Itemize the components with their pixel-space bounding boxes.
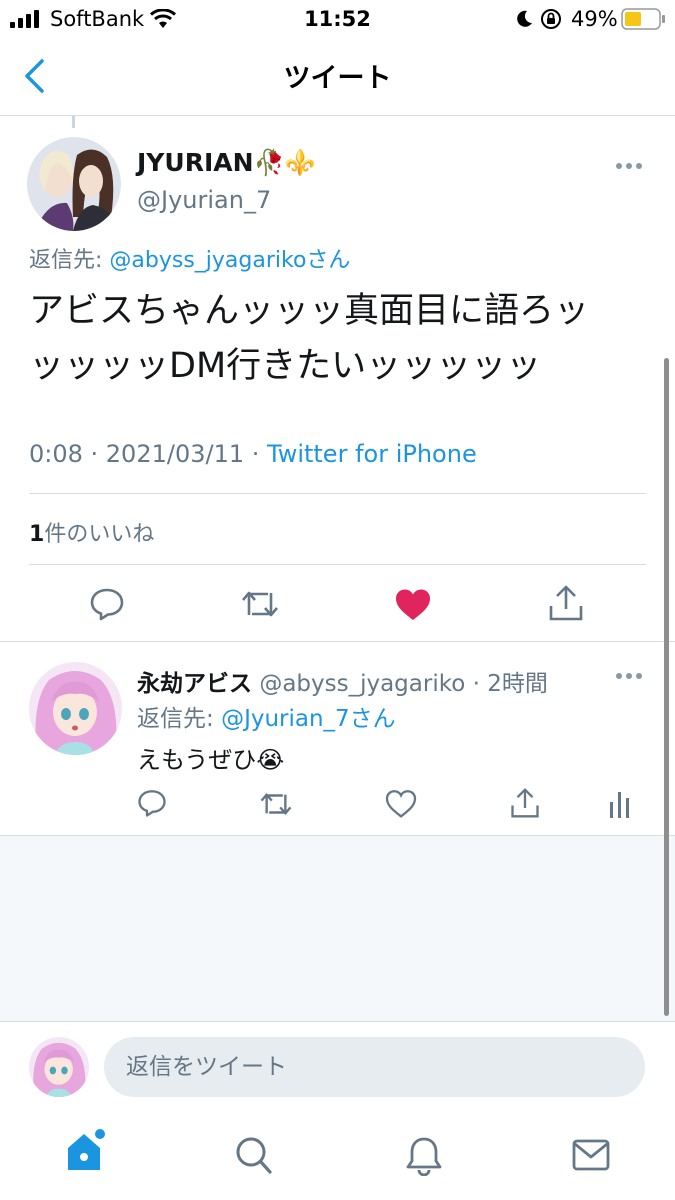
author-line: JYURIAN🥀⚜️ xyxy=(137,148,316,178)
compose-avatar[interactable] xyxy=(29,1037,89,1097)
reply2-link[interactable]: @Jyurian_7さん xyxy=(221,706,396,732)
reply-display-name[interactable]: 永劫アビス xyxy=(137,671,252,697)
reply-more-options-icon[interactable] xyxy=(615,672,643,680)
reply-share-icon[interactable] xyxy=(510,787,540,819)
main-tweet: JYURIAN🥀⚜️ @Jyurian_7 返信先: @abyss_jyagar… xyxy=(0,116,675,642)
reply-avatar[interactable] xyxy=(29,662,122,755)
reply-like-icon[interactable] xyxy=(385,790,417,818)
likes-count: 1 xyxy=(29,522,45,547)
stats-divider-bottom xyxy=(29,564,646,565)
reply-context: 返信先: @abyss_jyagarikoさん xyxy=(29,242,350,274)
avatar[interactable] xyxy=(27,137,121,231)
retweet-icon[interactable] xyxy=(240,588,280,620)
battery-icon xyxy=(621,8,665,30)
scrollbar[interactable] xyxy=(664,358,669,1016)
name-emojis: 🥀⚜️ xyxy=(253,148,316,177)
share-icon[interactable] xyxy=(548,584,584,622)
likes-label: 件のいいね xyxy=(44,522,155,547)
tweet-text-line-1: アビスちゃんッッッ真面目に語ろッ xyxy=(29,291,590,331)
analytics-icon[interactable] xyxy=(608,790,632,818)
reply-reply-icon[interactable] xyxy=(137,788,167,818)
messages-envelope-icon[interactable] xyxy=(572,1139,610,1171)
like-heart-icon[interactable] xyxy=(394,588,432,622)
rotation-lock-icon xyxy=(541,9,561,29)
reply-icon[interactable] xyxy=(89,586,125,622)
reply-compose-input[interactable]: 返信をツイート xyxy=(104,1037,645,1097)
tweet-source-link[interactable]: Twitter for iPhone xyxy=(267,440,477,468)
more-options-icon[interactable] xyxy=(615,162,643,170)
status-bar: SoftBank 11:52 49% xyxy=(0,0,675,40)
reply2-prefix: 返信先: xyxy=(137,706,222,732)
reply-time: · 2時間 xyxy=(472,671,548,697)
tweet-timestamp: 0:08 · 2021/03/11 · xyxy=(29,440,267,468)
reply-tweet[interactable]: 永劫アビス @abyss_jyagariko · 2時間 返信先: @Jyuri… xyxy=(0,642,675,835)
stats-divider-top xyxy=(29,493,646,494)
search-icon[interactable] xyxy=(235,1136,273,1176)
reply-context-2: 返信先: @Jyurian_7さん xyxy=(137,699,396,733)
battery-percent: 49% xyxy=(571,7,618,31)
reply-retweet-icon[interactable] xyxy=(259,790,293,818)
tweet-text-line-2: ッッッッDM行きたいッッッッッ xyxy=(29,346,542,386)
tab-bar xyxy=(0,1112,675,1200)
reply-to-link[interactable]: @abyss_jyagarikoさん xyxy=(109,248,350,273)
empty-thread-area xyxy=(0,836,675,1022)
moon-icon xyxy=(517,10,532,27)
reply-to-prefix: 返信先: xyxy=(29,248,110,273)
display-name[interactable]: JYURIAN xyxy=(137,148,254,177)
notifications-bell-icon[interactable] xyxy=(405,1136,443,1176)
reply-text: えもうぜひ😭 xyxy=(137,746,285,774)
compose-divider xyxy=(0,1021,675,1022)
page-title: ツイート xyxy=(283,63,392,94)
reply-handle[interactable]: @abyss_jyagariko xyxy=(259,671,465,697)
timestamp-line: 0:08 · 2021/03/11 · Twitter for iPhone xyxy=(29,440,477,468)
home-icon[interactable] xyxy=(64,1128,108,1174)
likes-stat[interactable]: 1件のいいね xyxy=(29,516,154,548)
tweet-text: アビスちゃんッッッ真面目に語ろッ ッッッッDM行きたいッッッッッ xyxy=(29,284,649,394)
user-handle[interactable]: @Jyurian_7 xyxy=(137,186,271,214)
reply-author-line: 永劫アビス @abyss_jyagariko · 2時間 xyxy=(137,664,548,698)
